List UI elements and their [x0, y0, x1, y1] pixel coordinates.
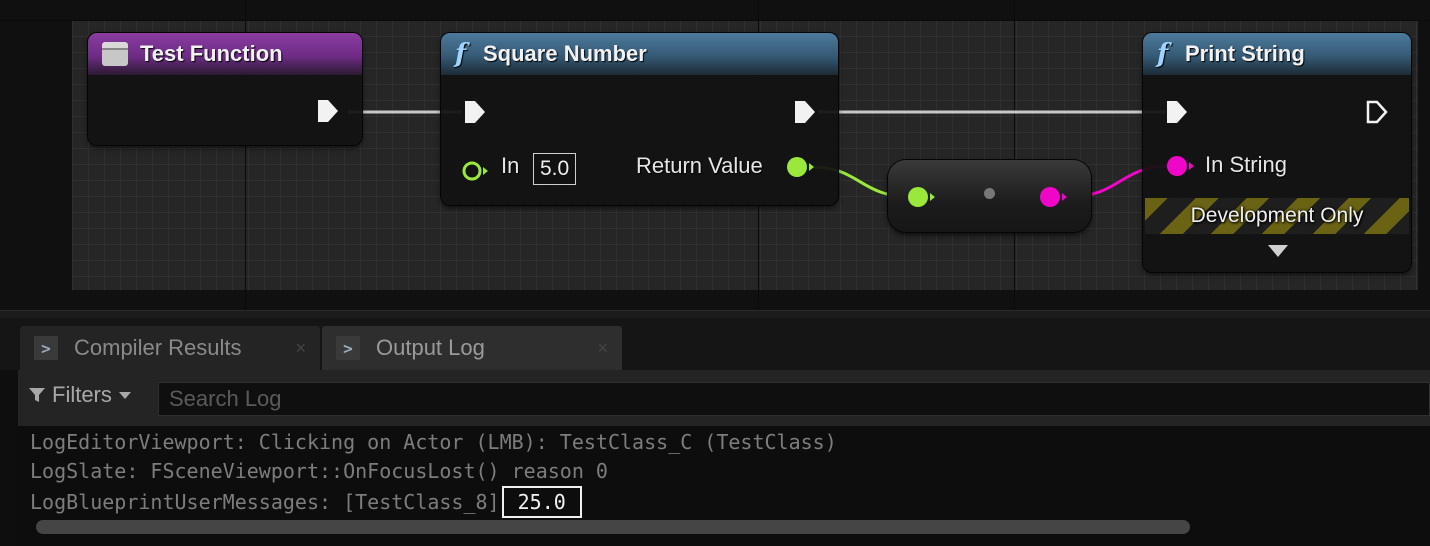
exec-out-pin[interactable] [793, 100, 817, 124]
horizontal-scrollbar[interactable] [36, 520, 1190, 534]
tab-label: Compiler Results [74, 335, 242, 360]
test-function-header[interactable]: Test Function [88, 33, 362, 75]
in-float-pin[interactable] [461, 159, 491, 183]
tab-output-log[interactable]: > Output Log × [322, 326, 622, 370]
filter-icon [29, 388, 45, 402]
conversion-out-pin[interactable] [1038, 185, 1070, 209]
output-log-panel: Filters LogEditorViewport: Clicking on A… [18, 370, 1430, 546]
square-number-node[interactable]: f Square Number In 5.0 Return Value [441, 33, 838, 205]
tab-label: Output Log [376, 335, 485, 360]
function-icon: f [1157, 39, 1169, 69]
conversion-node[interactable] [888, 160, 1091, 232]
expand-arrow-icon[interactable] [1267, 243, 1289, 259]
log-value-highlight: 25.0 [501, 486, 582, 518]
close-icon[interactable]: × [597, 338, 608, 359]
filters-label: Filters [52, 382, 112, 407]
in-string-pin[interactable] [1165, 154, 1197, 178]
print-string-title: Print String [1185, 41, 1305, 66]
test-function-node[interactable]: Test Function [88, 33, 362, 145]
development-only-banner: Development Only [1145, 198, 1409, 234]
conversion-in-pin[interactable] [906, 185, 938, 209]
exec-in-pin[interactable] [1165, 100, 1189, 124]
tab-compiler-results[interactable]: > Compiler Results × [20, 326, 320, 370]
event-icon [102, 42, 128, 66]
terminal-icon: > [34, 336, 58, 360]
exec-out-pin[interactable] [316, 99, 340, 123]
filters-button[interactable]: Filters [28, 382, 132, 408]
in-label: In [501, 153, 520, 178]
close-icon[interactable]: × [295, 338, 306, 359]
in-string-label: In String [1205, 152, 1287, 177]
print-string-node[interactable]: f Print String In String Development Onl… [1143, 33, 1411, 272]
chevron-down-icon [118, 392, 131, 399]
filters-bar: Filters [18, 370, 1430, 426]
square-number-title: Square Number [483, 41, 647, 66]
function-icon: f [455, 39, 467, 69]
panel-tab-bar: > Compiler Results × > Output Log × [0, 318, 1430, 370]
development-only-label: Development Only [1190, 204, 1364, 227]
log-output-area[interactable]: LogEditorViewport: Clicking on Actor (LM… [18, 426, 1430, 546]
conversion-dot-icon [984, 188, 995, 199]
in-value-input[interactable]: 5.0 [533, 153, 577, 185]
log-line: LogEditorViewport: Clicking on Actor (LM… [30, 430, 837, 454]
return-value-label: Return Value [636, 153, 763, 178]
exec-out-pin[interactable] [1365, 100, 1389, 124]
terminal-icon: > [336, 336, 360, 360]
print-string-header[interactable]: f Print String [1143, 33, 1411, 75]
exec-in-pin[interactable] [463, 100, 487, 124]
log-line-with-value: LogBlueprintUserMessages: [TestClass_8] 2… [30, 486, 582, 518]
square-number-header[interactable]: f Square Number [441, 33, 838, 75]
blueprint-graph[interactable]: Test Function f Square Number In 5.0 Ret… [0, 0, 1430, 318]
test-function-title: Test Function [140, 41, 283, 66]
search-log-input[interactable] [158, 382, 1430, 416]
graph-bottom-border [0, 310, 1430, 318]
log-line: LogSlate: FSceneViewport::OnFocusLost() … [30, 459, 608, 483]
return-float-pin[interactable] [785, 155, 817, 179]
log-line-text: LogBlueprintUserMessages: [TestClass_8] [30, 490, 500, 514]
